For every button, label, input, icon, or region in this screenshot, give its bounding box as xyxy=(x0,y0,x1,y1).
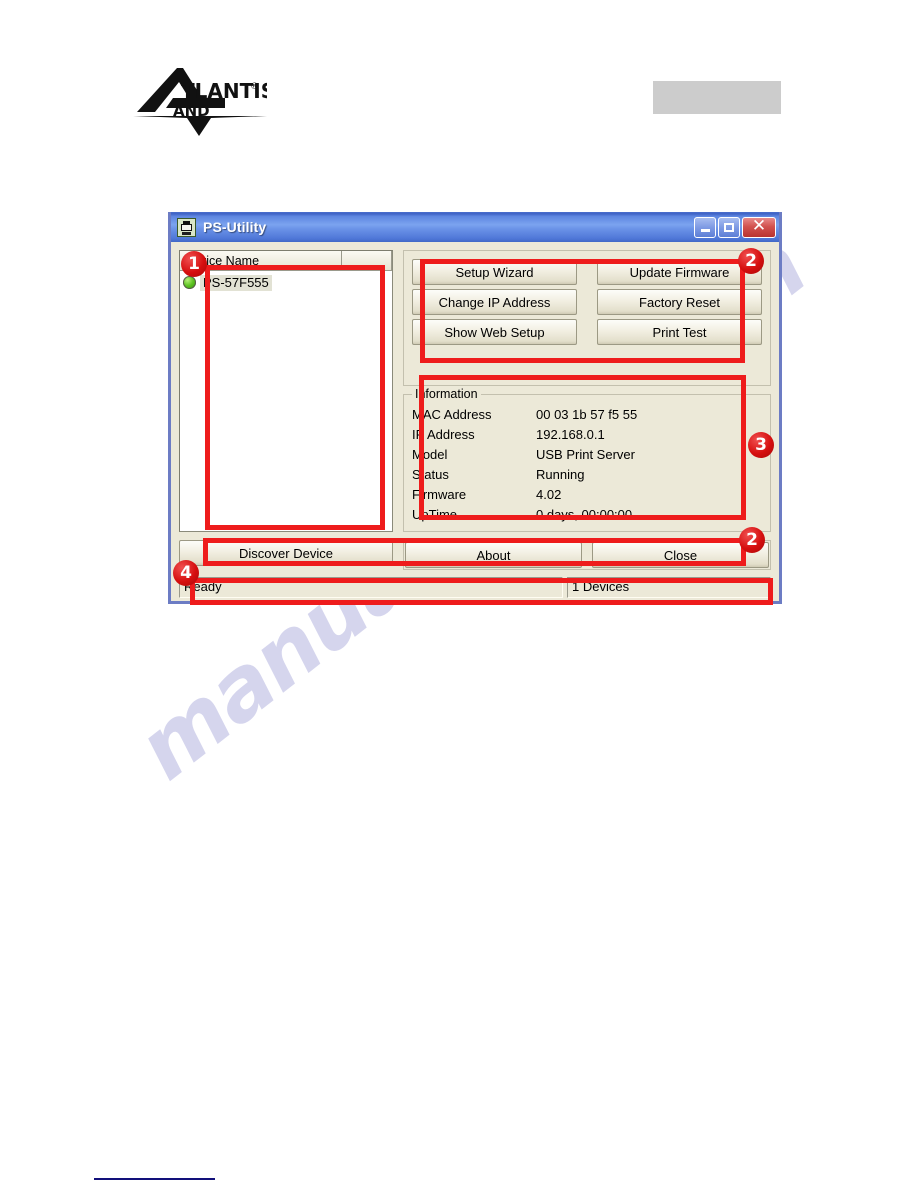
info-label: IP Address xyxy=(412,427,475,442)
footer-rule xyxy=(94,1178,215,1180)
info-row-status: Status Running xyxy=(412,465,762,485)
info-value: 00 03 1b 57 f5 55 xyxy=(536,407,638,422)
device-list-panel: Device Name PS-57F555 xyxy=(179,250,393,532)
right-panel: Setup Wizard Update Firmware Change IP A… xyxy=(403,250,771,532)
listview-header: Device Name xyxy=(180,251,392,271)
atlantis-land-logo: TLANTIS ® AND xyxy=(133,62,275,140)
info-value: 4.02 xyxy=(536,487,562,502)
device-listview[interactable]: Device Name PS-57F555 xyxy=(179,250,393,532)
setup-wizard-button[interactable]: Setup Wizard xyxy=(412,259,577,285)
list-item[interactable]: PS-57F555 xyxy=(180,273,392,292)
redacted-header-box xyxy=(653,81,781,114)
information-legend: Information xyxy=(412,387,481,401)
info-value: 192.168.0.1 xyxy=(536,427,605,442)
minimize-button[interactable] xyxy=(694,216,716,238)
info-value: 0 days, 00:00:00 xyxy=(536,507,633,522)
listview-rows: PS-57F555 xyxy=(180,271,392,531)
info-row-ip-address: IP Address 192.168.0.1 xyxy=(412,425,762,445)
device-name-label: PS-57F555 xyxy=(200,274,272,291)
info-label: Status xyxy=(412,467,449,482)
information-group: Information MAC Address 00 03 1b 57 f5 5… xyxy=(403,387,771,532)
ps-utility-window: PS-Utility ✕ Device Name PS-57F555 Setup… xyxy=(168,212,782,604)
info-label: UpTime xyxy=(412,507,458,522)
column-header-blank[interactable] xyxy=(342,251,392,271)
factory-reset-button[interactable]: Factory Reset xyxy=(597,289,762,315)
info-row-mac-address: MAC Address 00 03 1b 57 f5 55 xyxy=(412,405,762,425)
print-test-button[interactable]: Print Test xyxy=(597,319,762,345)
action-buttons-group: Setup Wizard Update Firmware Change IP A… xyxy=(403,250,771,386)
annotation-badge-2-bottom: 2 xyxy=(739,527,765,553)
window-body: Device Name PS-57F555 Setup Wizard Updat… xyxy=(171,242,779,601)
info-label: MAC Address xyxy=(412,407,492,422)
about-close-cell: About Close xyxy=(403,540,771,570)
window-controls: ✕ xyxy=(694,215,776,238)
minimize-icon xyxy=(700,229,710,232)
info-row-model: Model USB Print Server xyxy=(412,445,762,465)
status-device-count: 1 Devices xyxy=(567,577,771,598)
change-ip-address-button[interactable]: Change IP Address xyxy=(412,289,577,315)
print-server-icon xyxy=(177,217,196,237)
annotation-badge-3: 3 xyxy=(748,432,774,458)
window-title: PS-Utility xyxy=(203,219,267,235)
info-row-firmware: Firmware 4.02 xyxy=(412,485,762,505)
maximize-icon xyxy=(724,222,734,232)
status-message: Ready xyxy=(179,577,563,598)
action-button-grid: Setup Wizard Update Firmware Change IP A… xyxy=(412,259,762,345)
about-button[interactable]: About xyxy=(405,542,582,568)
info-value: USB Print Server xyxy=(536,447,635,462)
info-label: Firmware xyxy=(412,487,467,502)
bottom-button-row: Discover Device About Close xyxy=(179,540,771,570)
status-led-icon xyxy=(183,276,196,289)
show-web-setup-button[interactable]: Show Web Setup xyxy=(412,319,577,345)
info-label: Model xyxy=(412,447,448,462)
info-row-uptime: UpTime 0 days, 00:00:00 xyxy=(412,505,762,525)
top-section: Device Name PS-57F555 Setup Wizard Updat… xyxy=(179,250,771,532)
info-value: Running xyxy=(536,467,585,482)
annotation-badge-1: 1 xyxy=(181,251,207,277)
window-titlebar: PS-Utility ✕ xyxy=(171,212,779,242)
annotation-badge-4: 4 xyxy=(173,560,199,586)
svg-text:®: ® xyxy=(250,82,259,92)
discover-device-button[interactable]: Discover Device xyxy=(179,540,393,566)
annotation-badge-2-top: 2 xyxy=(738,248,764,274)
close-icon: ✕ xyxy=(751,215,767,236)
discover-cell: Discover Device xyxy=(179,540,393,570)
close-button[interactable]: ✕ xyxy=(742,215,776,238)
maximize-button[interactable] xyxy=(718,216,740,238)
statusbar: Ready 1 Devices xyxy=(179,577,771,598)
page-watermark: manualshive.com xyxy=(119,218,910,920)
